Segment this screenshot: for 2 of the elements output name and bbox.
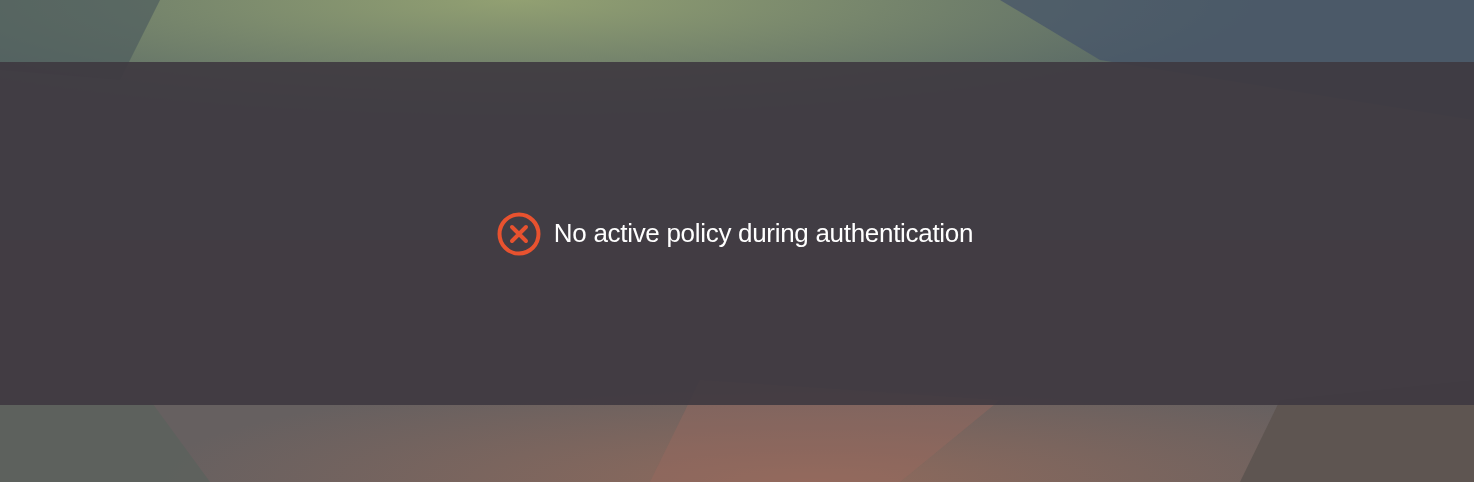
- error-icon: [496, 211, 541, 256]
- error-message: No active policy during authentication: [553, 218, 974, 249]
